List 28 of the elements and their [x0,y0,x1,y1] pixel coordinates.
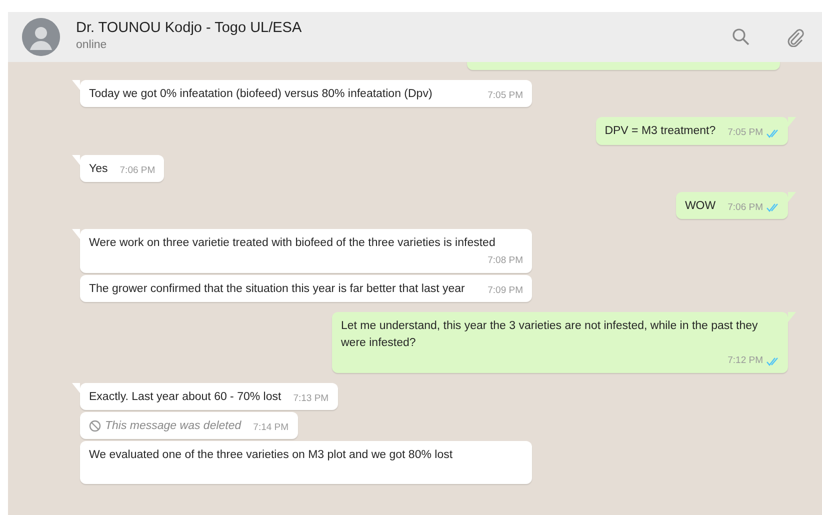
avatar[interactable] [22,18,60,56]
message-time: 7:06 PM [728,200,763,215]
message-time: 7:06 PM [120,164,156,178]
message-text: WOW [684,198,716,214]
contact-status: online [76,38,108,54]
read-receipt-icon [766,203,779,212]
contact-name: Dr. TOUNOU Kodjo - Togo UL/ESA [76,20,303,38]
message-text: Exactly. Last year about 60 - 70% lost [89,390,282,404]
message-text: Were work on three varietie treated with biofeed of the three varieties is infested [89,236,496,251]
message-time: 7:13 PM [293,392,329,406]
deleted-message-text: This message was deleted [105,418,242,434]
message-text: Let me understand, this year the 3 varieties are not infested, while in the past they were infested? [341,318,759,351]
message-time: 7:08 PM [488,254,523,268]
paperclip-icon[interactable] [786,27,804,47]
search-icon[interactable] [732,28,750,46]
message-time: 7:12 PM [728,354,763,368]
message-time: 7:05 PM [488,89,523,103]
read-receipt-icon [766,356,779,366]
blocked-icon [89,420,101,432]
read-receipt-icon [766,128,779,138]
message-time: 7:14 PM [253,420,289,435]
message-time: 7:05 PM [728,126,763,140]
message-text: The grower confirmed that the situation this year is far better that last year [89,282,465,296]
message-text: Yes [89,162,108,176]
message-text: Today we got 0% infeatation (biofeed) versus 80% infeatation (Dpv) [89,87,432,102]
message-text: DPV = M3 treatment? [604,124,716,140]
message-text: We evaluated one of the three varieties on M3 plot and we got 80% lost [89,448,453,463]
message-time: 7:09 PM [488,284,523,298]
